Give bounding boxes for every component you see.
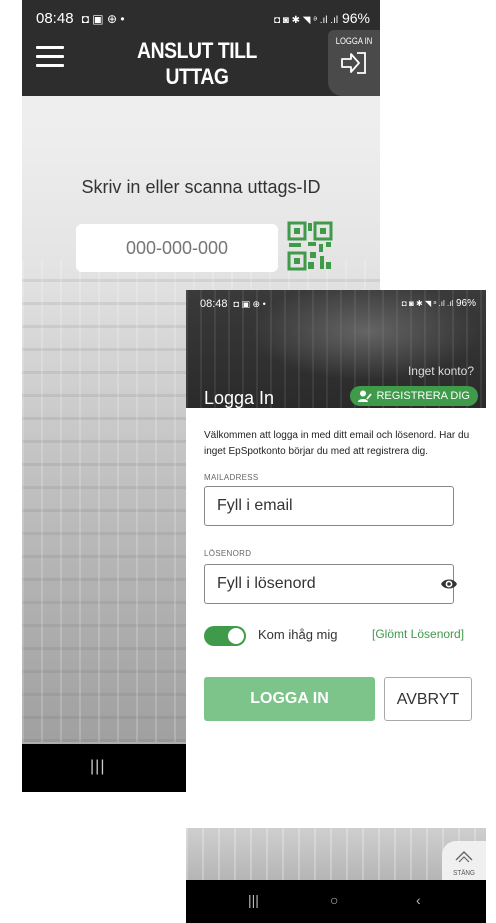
remember-me-label: Kom ihåg mig bbox=[258, 627, 338, 642]
close-button[interactable]: STÄNG bbox=[442, 841, 486, 883]
login-button[interactable]: LOGGA IN bbox=[204, 677, 375, 721]
back-button[interactable]: ‹ bbox=[416, 892, 421, 908]
remember-me-toggle[interactable] bbox=[204, 626, 246, 646]
header-image: 08:48 ◘ ▣ ⊕ • ◘ ◙ ✱ ◥ ᵊ .ıl .ıl 96% Inge… bbox=[186, 290, 486, 408]
status-bar-right: ◘ ◙ ✱ ◥ ᵊ .ıl .ıl 96% bbox=[402, 298, 476, 309]
status-bar-left: 08:48 ◘ ▣ ⊕ • bbox=[200, 298, 266, 310]
header-login-button[interactable]: LOGGA IN bbox=[328, 30, 380, 96]
register-button[interactable]: REGISTRERA DIG bbox=[350, 386, 478, 406]
login-arrow-icon bbox=[341, 52, 366, 74]
recent-apps-button[interactable]: ||| bbox=[90, 758, 105, 776]
show-password-eye-icon[interactable] bbox=[440, 576, 458, 592]
status-bar-right: ◘ ◙ ✱ ◥ ᵊ .ıl .ıl 96% bbox=[274, 10, 370, 26]
status-time: 08:48 bbox=[36, 10, 74, 27]
scan-instruction: Skriv in eller scanna uttags-ID bbox=[81, 177, 321, 197]
cancel-button[interactable]: AVBRYT bbox=[384, 677, 472, 721]
add-user-icon bbox=[358, 390, 373, 402]
footer-image bbox=[186, 828, 486, 880]
password-label: LÖSENORD bbox=[204, 549, 252, 558]
no-account-text: Inget konto? bbox=[407, 364, 474, 378]
app-bar: 08:48 ◘ ▣ ⊕ • ◘ ◙ ✱ ◥ ᵊ .ıl .ıl 96% ANSL… bbox=[22, 0, 380, 96]
email-label: MAILADRESS bbox=[204, 473, 259, 482]
login-title: Logga In bbox=[204, 388, 275, 408]
password-field[interactable] bbox=[204, 564, 454, 604]
email-field[interactable] bbox=[204, 486, 454, 526]
welcome-text: Välkommen att logga in med ditt email oc… bbox=[204, 430, 470, 457]
status-time: 08:48 bbox=[200, 298, 228, 310]
forgot-password-link[interactable]: [Glömt Lösenord] bbox=[372, 627, 464, 641]
qr-code-icon[interactable] bbox=[286, 220, 334, 272]
status-icons: ◘ ▣ ⊕ • bbox=[233, 299, 266, 309]
recent-apps-button[interactable]: ||| bbox=[248, 892, 259, 908]
close-label: STÄNG bbox=[453, 870, 475, 877]
login-screen: 08:48 ◘ ▣ ⊕ • ◘ ◙ ✱ ◥ ᵊ .ıl .ıl 96% Inge… bbox=[186, 290, 486, 923]
status-system-icons: ◘ ◙ ✱ ◥ ᵊ .ıl .ıl bbox=[273, 15, 339, 26]
outlet-id-input[interactable] bbox=[76, 224, 278, 272]
battery-level: 96% bbox=[341, 10, 370, 26]
register-label: REGISTRERA DIG bbox=[376, 390, 470, 402]
status-system-icons: ◘ ◙ ✱ ◥ ᵊ .ıl .ıl bbox=[401, 299, 454, 308]
header-login-label: LOGGA IN bbox=[335, 36, 373, 46]
system-nav-bar: ||| ○ ‹ bbox=[186, 880, 486, 923]
chevron-up-icon bbox=[455, 851, 473, 863]
status-bar-left: 08:48 ◘ ▣ ⊕ • bbox=[36, 10, 125, 27]
home-button[interactable]: ○ bbox=[330, 892, 338, 908]
status-icons: ◘ ▣ ⊕ • bbox=[81, 12, 125, 26]
hamburger-icon[interactable] bbox=[36, 46, 64, 68]
page-title: ANSLUT TILL UTTAG bbox=[137, 38, 257, 89]
battery-level: 96% bbox=[455, 298, 476, 309]
